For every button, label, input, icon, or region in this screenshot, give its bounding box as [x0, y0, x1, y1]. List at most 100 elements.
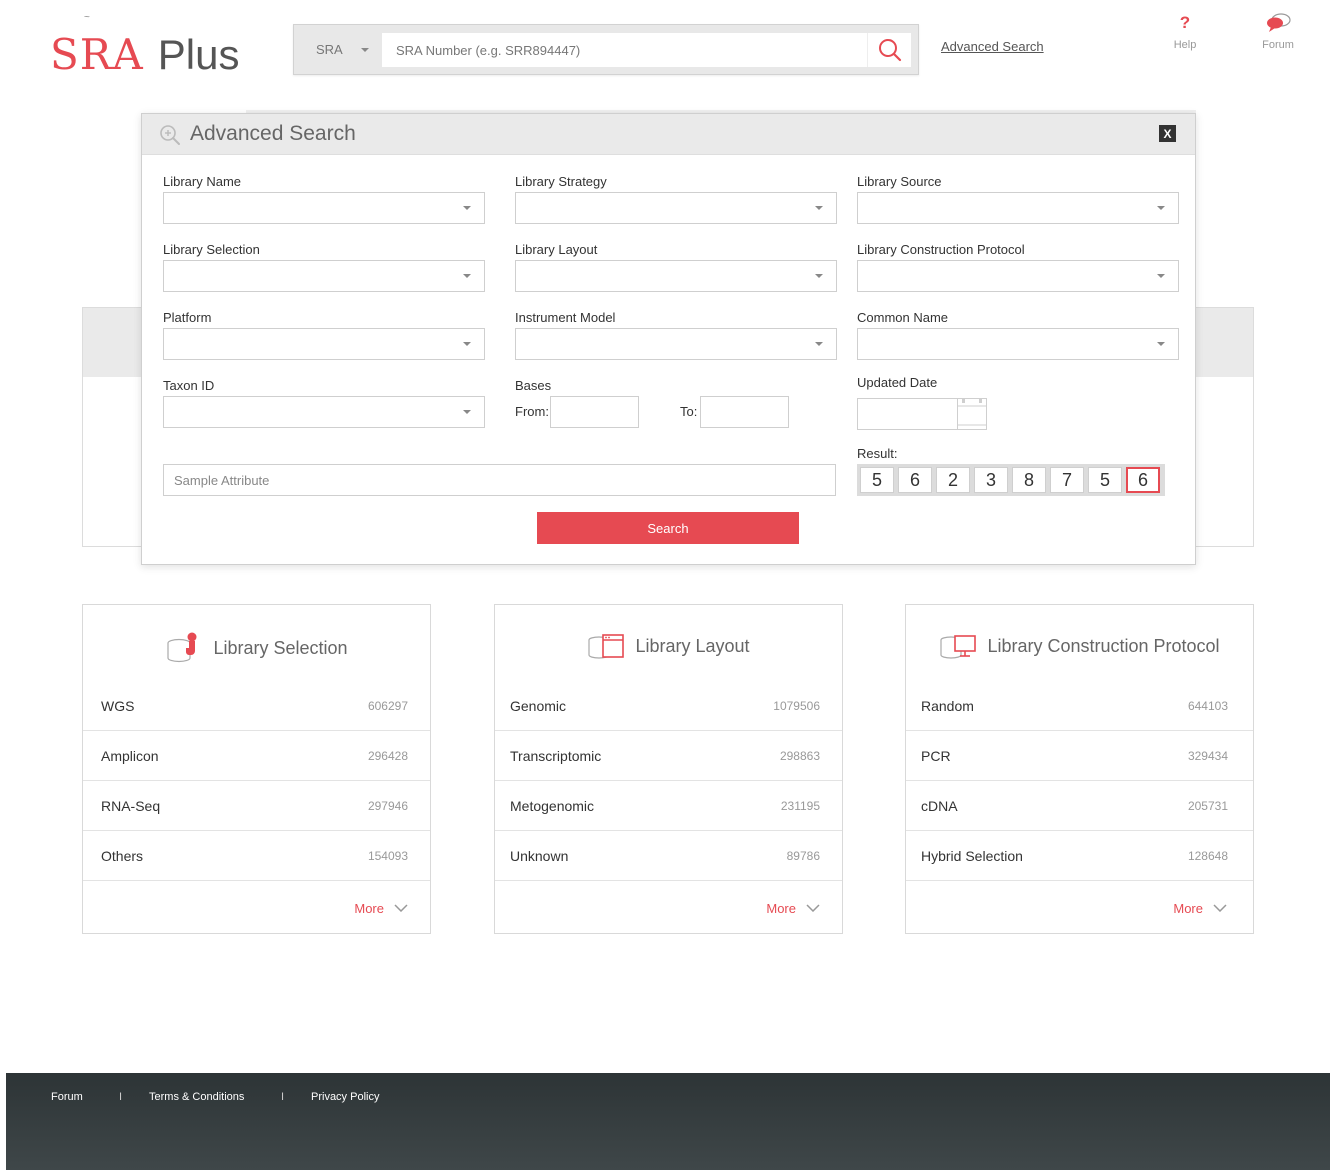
item-name: Hybrid Selection [921, 847, 1023, 864]
logo-sra: SRA [50, 30, 144, 79]
chevron-down-icon [815, 342, 823, 346]
platform-select[interactable] [163, 328, 485, 360]
chevron-down-icon [806, 904, 820, 912]
more-button[interactable]: More [83, 881, 430, 935]
library-source-label: Library Source [857, 174, 942, 189]
item-name: Genomic [510, 697, 567, 714]
library-selection-label: Library Selection [163, 242, 260, 257]
card-library-construction-protocol: Library Construction Protocol Random 6441… [905, 604, 1254, 934]
common-name-label: Common Name [857, 310, 949, 325]
search-input[interactable] [382, 33, 867, 67]
list-item[interactable]: RNA-Seq 297946 [83, 781, 430, 831]
chevron-down-icon [463, 274, 471, 278]
item-name: Others [101, 847, 144, 864]
database-select[interactable]: SRA [294, 25, 382, 74]
list-item[interactable]: Genomic 1079506 [495, 681, 842, 731]
help-icon: ? [1179, 13, 1191, 32]
footer-link-forum[interactable]: Forum [51, 1091, 83, 1103]
item-name: RNA-Seq [101, 797, 161, 814]
library-name-select[interactable] [163, 192, 485, 224]
library-construction-protocol-select[interactable] [857, 260, 1179, 292]
item-count: 128648 [1187, 848, 1228, 863]
list-item[interactable]: PCR 329434 [906, 731, 1253, 781]
result-digit: 5 [860, 467, 894, 493]
sample-attribute-input[interactable] [163, 464, 836, 496]
list-item[interactable]: Metogenomic 231195 [495, 781, 842, 831]
updated-date-input[interactable] [857, 398, 960, 430]
calendar-icon [958, 399, 986, 426]
list-item[interactable]: Others 154093 [83, 831, 430, 881]
chevron-down-icon [1157, 206, 1165, 210]
library-selection-select[interactable] [163, 260, 485, 292]
list-item[interactable]: Random 644103 [906, 681, 1253, 731]
help-label: Help [1173, 39, 1197, 51]
chevron-down-icon [394, 904, 408, 912]
logo[interactable]: ~ SRA Plus [50, 12, 240, 80]
search-bar: SRA [293, 24, 919, 75]
item-count: 154093 [367, 848, 408, 863]
search-submit-button[interactable]: Search [537, 512, 799, 544]
search-button[interactable] [867, 33, 911, 67]
common-name-select[interactable] [857, 328, 1179, 360]
platform-label: Platform [163, 310, 212, 325]
modal-title: Advanced Search [190, 122, 356, 145]
item-count: 205731 [1187, 798, 1228, 813]
list-item[interactable]: Unknown 89786 [495, 831, 842, 881]
card-title: Library Selection [213, 637, 348, 658]
more-button[interactable]: More [495, 881, 842, 935]
chevron-down-icon [463, 410, 471, 414]
forum-label: Forum [1262, 39, 1294, 51]
taxon-id-select[interactable] [163, 396, 485, 428]
result-digit: 3 [974, 467, 1008, 493]
taxon-id-label: Taxon ID [163, 378, 215, 393]
item-name: Amplicon [101, 747, 159, 764]
item-count: 297946 [367, 798, 408, 813]
item-name: PCR [921, 747, 951, 764]
bases-to-input[interactable] [700, 396, 789, 428]
item-name: Random [921, 697, 974, 714]
result-digit: 6 [898, 467, 932, 493]
card-title: Library Layout [635, 635, 750, 656]
advanced-search-link[interactable]: Advanced Search [941, 39, 1044, 54]
item-name: cDNA [921, 797, 958, 814]
footer-link-privacy[interactable]: Privacy Policy [311, 1091, 379, 1103]
item-name: Unknown [510, 847, 569, 864]
list-item[interactable]: cDNA 205731 [906, 781, 1253, 831]
result-digit: 8 [1012, 467, 1046, 493]
list-item[interactable]: Amplicon 296428 [83, 731, 430, 781]
item-count: 231195 [780, 798, 820, 813]
chevron-down-icon [463, 206, 471, 210]
logo-plus: Plus [157, 31, 240, 78]
footer: Forum I Terms & Conditions I Privacy Pol… [6, 1073, 1330, 1170]
card-library-selection: Library Selection WGS 606297 Amplicon 2964… [82, 604, 431, 934]
instrument-model-select[interactable] [515, 328, 837, 360]
card-library-layout: Library Layout Genomic 1079506 Transcript… [494, 604, 843, 934]
item-count: 89786 [786, 848, 820, 863]
list-item[interactable]: Hybrid Selection 128648 [906, 831, 1253, 881]
library-layout-select[interactable] [515, 260, 837, 292]
calendar-button[interactable] [957, 398, 987, 430]
item-count: 298863 [779, 748, 820, 763]
item-count: 1079506 [773, 698, 820, 713]
close-button[interactable]: X [1159, 125, 1176, 142]
chevron-down-icon [1213, 904, 1227, 912]
bases-from-label: From: [515, 404, 549, 419]
bases-from-input[interactable] [550, 396, 639, 428]
more-button[interactable]: More [906, 881, 1253, 935]
chevron-down-icon [815, 206, 823, 210]
footer-link-terms[interactable]: Terms & Conditions [149, 1091, 244, 1103]
item-name: Transcriptomic [510, 747, 602, 764]
library-strategy-select[interactable] [515, 192, 837, 224]
stack-monitor-icon [940, 635, 977, 659]
database-select-value: SRA [316, 42, 343, 57]
zoom-search-icon [160, 125, 180, 145]
updated-date-label: Updated Date [857, 375, 938, 390]
help-button[interactable]: ? Help [1155, 12, 1215, 51]
list-item[interactable]: Transcriptomic 298863 [495, 731, 842, 781]
forum-button[interactable]: Forum [1248, 12, 1308, 51]
library-source-select[interactable] [857, 192, 1179, 224]
chevron-down-icon [463, 342, 471, 346]
list-item[interactable]: WGS 606297 [83, 681, 430, 731]
library-strategy-label: Library Strategy [515, 174, 607, 189]
chevron-down-icon [815, 274, 823, 278]
